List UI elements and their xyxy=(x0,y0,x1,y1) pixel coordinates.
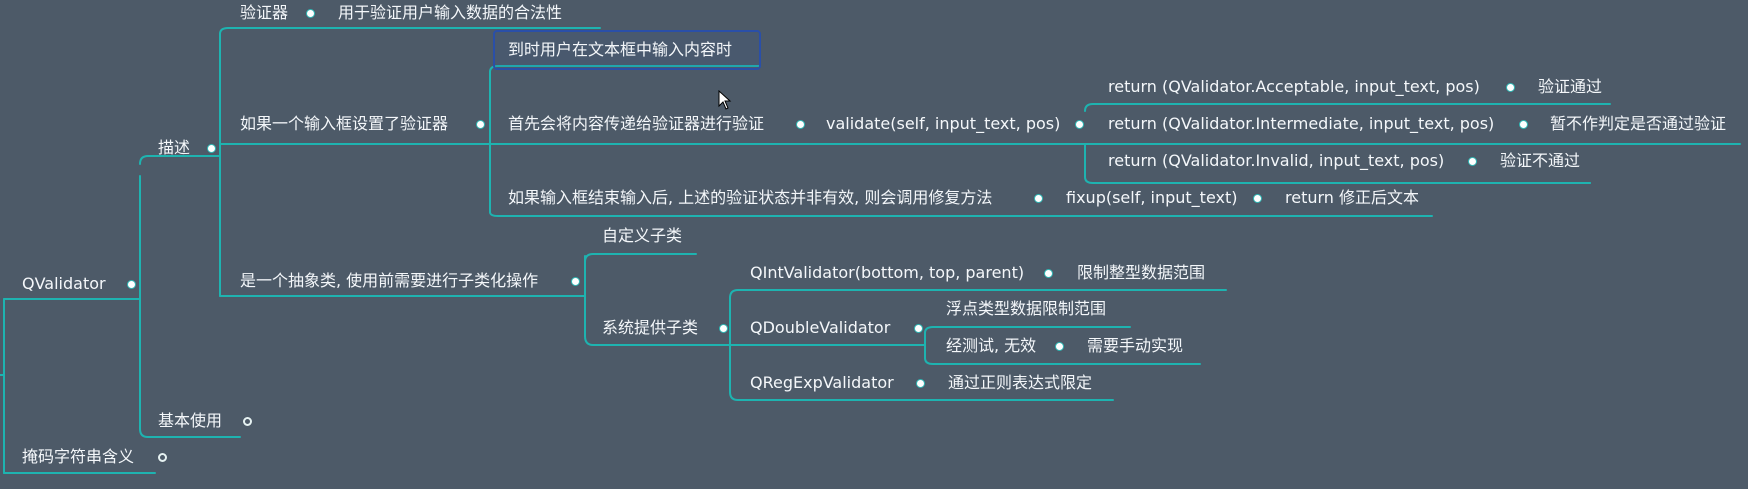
node-if-set[interactable]: 如果一个输入框设置了验证器 xyxy=(240,114,448,134)
node-abstract[interactable]: 是一个抽象类, 使用前需要进行子类化操作 xyxy=(240,271,538,291)
collapse-dot-first-validate[interactable] xyxy=(796,120,805,129)
collapse-dot-if-end[interactable] xyxy=(1034,194,1043,203)
mouse-pointer-icon xyxy=(718,90,732,110)
node-validator[interactable]: 验证器 xyxy=(240,3,288,23)
node-invalid-desc[interactable]: 验证不通过 xyxy=(1500,151,1580,171)
collapse-dot-int[interactable] xyxy=(1044,269,1053,278)
node-double-desc2[interactable]: 经测试, 无效 xyxy=(946,336,1036,356)
collapse-dot-abstract[interactable] xyxy=(571,277,580,286)
custom-underline xyxy=(584,253,697,263)
collapse-dot-root[interactable] xyxy=(127,280,136,289)
node-when-input[interactable]: 到时用户在文本框中输入内容时 xyxy=(508,40,732,60)
collapse-dot-system[interactable] xyxy=(719,324,728,333)
double-desc1-underline xyxy=(924,326,1131,334)
node-qvalidator[interactable]: QValidator xyxy=(22,274,106,294)
node-regexp-validator[interactable]: QRegExpValidator xyxy=(750,373,894,393)
node-double-desc3[interactable]: 需要手动实现 xyxy=(1087,336,1183,356)
node-intermediate-desc[interactable]: 暂不作判定是否通过验证 xyxy=(1550,114,1726,134)
expand-dot-mask-meaning[interactable] xyxy=(158,453,167,462)
node-return-intermediate[interactable]: return (QValidator.Intermediate, input_t… xyxy=(1108,114,1494,134)
node-regexp-desc[interactable]: 通过正则表达式限定 xyxy=(948,373,1092,393)
collapse-dot-double[interactable] xyxy=(914,324,923,333)
node-return-invalid[interactable]: return (QValidator.Invalid, input_text, … xyxy=(1108,151,1444,171)
collapse-dot-validate-fn[interactable] xyxy=(1075,120,1084,129)
collapse-dot-acceptable[interactable] xyxy=(1506,83,1515,92)
collapse-dot-validator[interactable] xyxy=(306,9,315,18)
node-first-validate[interactable]: 首先会将内容传递给验证器进行验证 xyxy=(508,114,764,134)
node-int-desc[interactable]: 限制整型数据范围 xyxy=(1077,263,1205,283)
regexp-underline xyxy=(729,391,926,401)
collapse-dot-double-desc2[interactable] xyxy=(1055,342,1064,351)
node-describe[interactable]: 描述 xyxy=(158,138,190,158)
int-underline xyxy=(729,289,1059,299)
node-fixup-fn[interactable]: fixup(self, input_text) xyxy=(1066,188,1238,208)
node-acceptable-desc[interactable]: 验证通过 xyxy=(1538,77,1602,97)
collapse-dot-regexp[interactable] xyxy=(916,379,925,388)
collapse-dot-invalid[interactable] xyxy=(1468,157,1477,166)
mindmap-connectors xyxy=(0,27,1741,474)
node-fixup-return[interactable]: return 修正后文本 xyxy=(1285,188,1419,208)
double-desc2-underline xyxy=(924,357,1056,365)
collapse-dot-fixup[interactable] xyxy=(1253,194,1262,203)
node-validator-desc[interactable]: 用于验证用户输入数据的合法性 xyxy=(338,3,562,23)
if-end-underline xyxy=(489,211,1046,217)
node-return-acceptable[interactable]: return (QValidator.Acceptable, input_tex… xyxy=(1108,77,1480,97)
edge-root-to-level1 xyxy=(0,298,5,474)
node-validate-fn[interactable]: validate(self, input_text, pos) xyxy=(826,114,1060,134)
expand-dot-basic-use[interactable] xyxy=(243,417,252,426)
node-mask-meaning[interactable]: 掩码字符串含义 xyxy=(22,447,134,467)
node-int-validator[interactable]: QIntValidator(bottom, top, parent) xyxy=(750,263,1024,283)
node-if-end[interactable]: 如果输入框结束输入后, 上述的验证状态并非有效, 则会调用修复方法 xyxy=(508,188,992,208)
node-basic-use[interactable]: 基本使用 xyxy=(158,411,222,431)
collapse-dot-if-set[interactable] xyxy=(476,120,485,129)
collapse-dot-describe[interactable] xyxy=(207,144,216,153)
collapse-dot-intermediate[interactable] xyxy=(1519,120,1528,129)
node-system-subclass[interactable]: 系统提供子类 xyxy=(602,318,698,338)
node-double-validator[interactable]: QDoubleValidator xyxy=(750,318,890,338)
node-custom-subclass[interactable]: 自定义子类 xyxy=(602,226,682,246)
node-double-desc1[interactable]: 浮点类型数据限制范围 xyxy=(946,299,1106,319)
